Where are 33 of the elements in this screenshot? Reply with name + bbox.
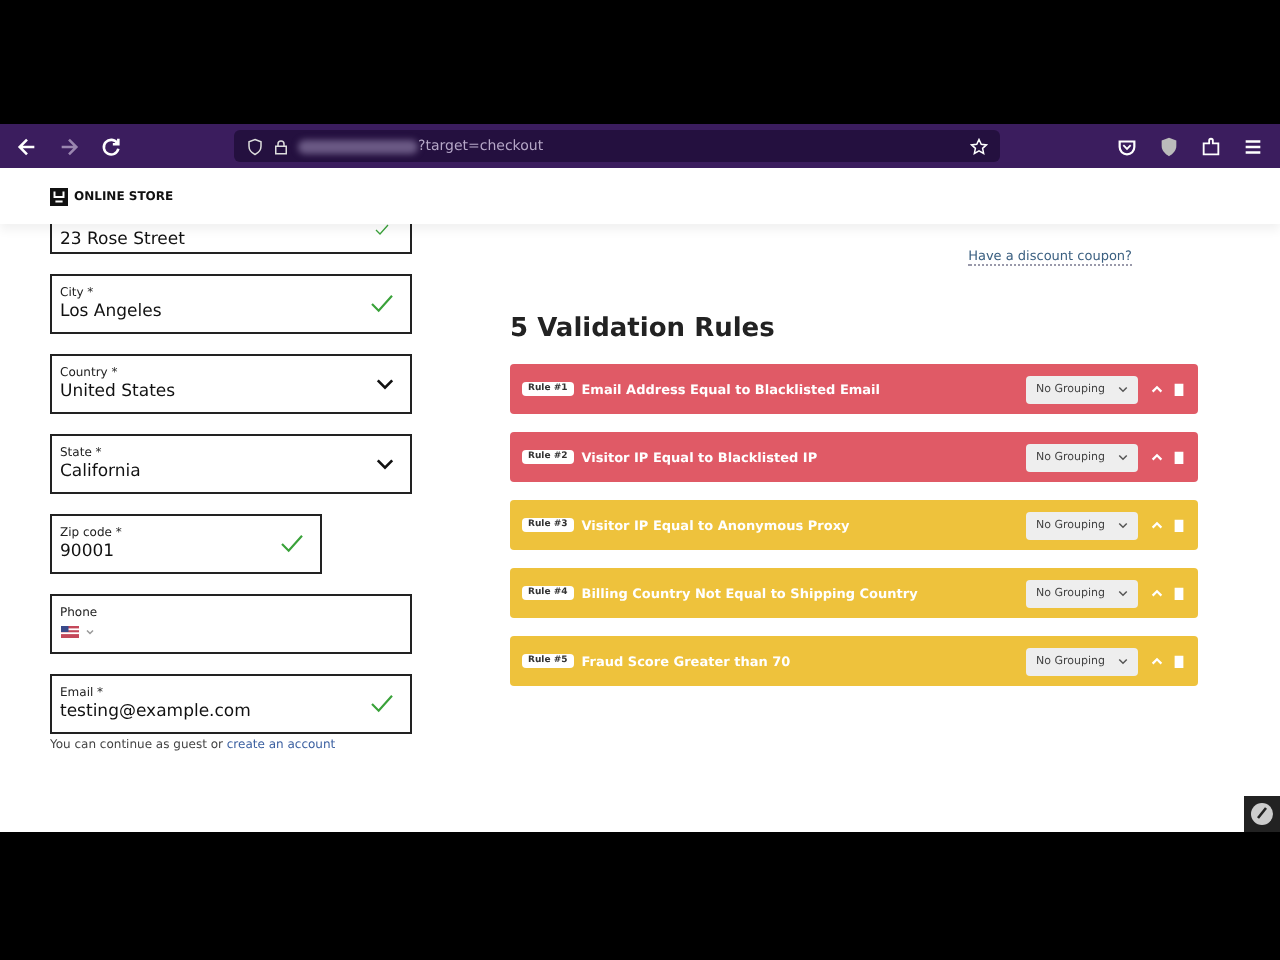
trash-icon[interactable] xyxy=(1172,450,1186,464)
flag-icon xyxy=(60,626,80,638)
forward-icon[interactable] xyxy=(58,135,80,157)
trash-icon[interactable] xyxy=(1172,382,1186,396)
shield-icon xyxy=(246,137,264,155)
rules-heading: 5 Validation Rules xyxy=(510,314,777,344)
reload-icon[interactable] xyxy=(100,135,122,157)
menu-icon[interactable] xyxy=(1242,135,1264,157)
shield-icon[interactable] xyxy=(1158,135,1180,157)
field-value: 23 Rose Street xyxy=(60,230,187,252)
chevron-down-icon[interactable] xyxy=(1118,385,1128,393)
chevron-down-icon[interactable] xyxy=(1118,521,1128,529)
chevron-down-icon[interactable] xyxy=(376,378,394,390)
help-widget-icon[interactable] xyxy=(1244,796,1280,832)
back-icon[interactable] xyxy=(16,135,38,157)
blurred-url xyxy=(298,139,418,153)
field-value: United States xyxy=(60,381,178,403)
field-value: Los Angeles xyxy=(60,301,164,323)
collapse-icon[interactable] xyxy=(1150,382,1164,396)
chevron-down-icon[interactable] xyxy=(1118,657,1128,665)
extension-icon[interactable] xyxy=(1200,135,1222,157)
star-icon[interactable] xyxy=(970,137,988,155)
chevron-down-icon[interactable] xyxy=(376,458,394,470)
field-value: California xyxy=(60,461,143,483)
chevron-down-icon[interactable] xyxy=(1118,589,1128,597)
input-field[interactable]: 23 Rose Street xyxy=(50,224,412,254)
pocket-icon[interactable] xyxy=(1116,135,1138,157)
lock-icon xyxy=(272,137,290,155)
chevron-down-icon[interactable] xyxy=(1118,453,1128,461)
store-logo-icon xyxy=(50,187,68,205)
field-value: testing@example.com xyxy=(60,701,253,723)
collapse-icon[interactable] xyxy=(1150,450,1164,464)
field-value: 90001 xyxy=(60,541,117,563)
